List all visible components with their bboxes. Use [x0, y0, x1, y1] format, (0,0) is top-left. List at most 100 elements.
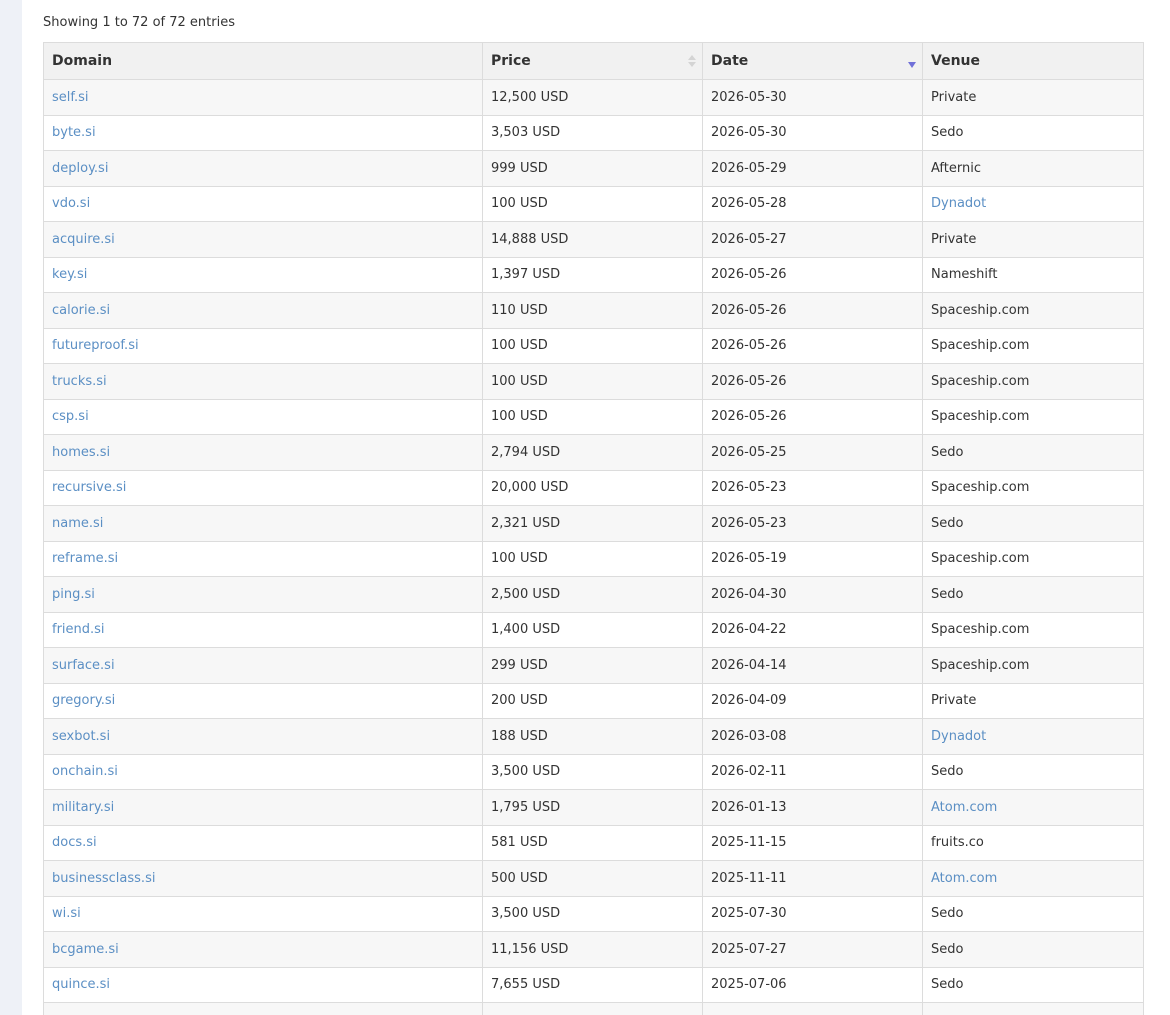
domain-link[interactable]: csp.si	[52, 409, 89, 424]
domain-link[interactable]: sexbot.si	[52, 729, 110, 744]
cell-domain: quince.si	[43, 966, 483, 1003]
cell-date: 2026-05-26	[702, 256, 923, 293]
cell-domain: recursive.si	[43, 469, 483, 506]
domain-link[interactable]: quince.si	[52, 977, 110, 992]
cell-price: 100 USD	[482, 327, 703, 364]
cell-date: 2026-05-29	[702, 150, 923, 187]
cell-venue: Sedo	[922, 114, 1144, 151]
cell-price: 3,500 USD	[482, 895, 703, 932]
cell-date: 2026-04-22	[702, 611, 923, 648]
domain-link[interactable]: trucks.si	[52, 374, 107, 389]
cell-domain: reframe.si	[43, 540, 483, 577]
cell-date: 2026-05-26	[702, 327, 923, 364]
cell-domain: trucks.si	[43, 363, 483, 400]
cell-price: 2,500 USD	[482, 576, 703, 613]
table-row: gregory.si 200 USD 2026-04-09 Private	[43, 682, 1144, 719]
cell-price: 100 USD	[482, 363, 703, 400]
cell-date: 2026-05-23	[702, 469, 923, 506]
cell-venue: Nameshift	[922, 256, 1144, 293]
cell-date: 2026-05-25	[702, 434, 923, 471]
venue-link[interactable]: Atom.com	[931, 800, 997, 815]
cell-venue: Sedo	[922, 505, 1144, 542]
column-header-price[interactable]: Price	[482, 42, 703, 80]
cell-domain: sexbot.si	[43, 718, 483, 755]
cell-venue: Spaceship.com	[922, 292, 1144, 329]
cell-date: 2025-07-27	[702, 931, 923, 968]
table-row: recursive.si 20,000 USD 2026-05-23 Spaceshi…	[43, 469, 1144, 506]
domain-link[interactable]: businessclass.si	[52, 871, 155, 886]
domain-link[interactable]: ping.si	[52, 587, 95, 602]
sales-table: Domain Price Date Venue self.si 12,500 US…	[43, 42, 1144, 1015]
domain-link[interactable]: recursive.si	[52, 480, 126, 495]
column-header-date[interactable]: Date	[702, 42, 923, 80]
cell-venue: Private	[922, 221, 1144, 258]
cell-date: 2026-01-13	[702, 789, 923, 826]
cell-date	[702, 1002, 923, 1015]
cell-venue: Spaceship.com	[922, 327, 1144, 364]
table-row: homes.si 2,794 USD 2026-05-25 Sedo	[43, 434, 1144, 471]
domain-link[interactable]: vdo.si	[52, 196, 90, 211]
cell-domain: docs.si	[43, 824, 483, 861]
domain-link[interactable]: reframe.si	[52, 551, 118, 566]
table-row: byte.si 3,503 USD 2026-05-30 Sedo	[43, 114, 1144, 151]
venue-link[interactable]: Dynadot	[931, 729, 986, 744]
cell-price: 500 USD	[482, 860, 703, 897]
column-header-domain[interactable]: Domain	[43, 42, 483, 80]
venue-link[interactable]: Atom.com	[931, 871, 997, 886]
cell-price: 110 USD	[482, 292, 703, 329]
cell-venue: Sedo	[922, 895, 1144, 932]
domain-link[interactable]: surface.si	[52, 658, 115, 673]
table-row: onchain.si 3,500 USD 2026-02-11 Sedo	[43, 753, 1144, 790]
cell-domain: acquire.si	[43, 221, 483, 258]
cell-price: 12,500 USD	[482, 79, 703, 116]
table-body: self.si 12,500 USD 2026-05-30 Private byte.s…	[43, 79, 1144, 1015]
cell-domain: gregory.si	[43, 682, 483, 719]
cell-date: 2026-05-26	[702, 363, 923, 400]
domain-link[interactable]: friend.si	[52, 622, 105, 637]
table-row: wi.si 3,500 USD 2025-07-30 Sedo	[43, 895, 1144, 932]
domain-link[interactable]: wi.si	[52, 906, 81, 921]
venue-link[interactable]: Dynadot	[931, 196, 986, 211]
cell-price: 20,000 USD	[482, 469, 703, 506]
domain-link[interactable]: bcgame.si	[52, 942, 119, 957]
cell-price: 2,321 USD	[482, 505, 703, 542]
cell-price: 3,500 USD	[482, 753, 703, 790]
column-header-venue[interactable]: Venue	[922, 42, 1144, 80]
domain-link[interactable]: homes.si	[52, 445, 110, 460]
domain-link[interactable]: futureproof.si	[52, 338, 139, 353]
table-row: quince.si 7,655 USD 2025-07-06 Sedo	[43, 966, 1144, 1003]
column-header-label: Domain	[52, 53, 113, 69]
cell-price: 1,400 USD	[482, 611, 703, 648]
cell-venue: Private	[922, 682, 1144, 719]
domain-link[interactable]: key.si	[52, 267, 87, 282]
cell-domain: bcgame.si	[43, 931, 483, 968]
domain-link[interactable]: name.si	[52, 516, 103, 531]
cell-domain: calorie.si	[43, 292, 483, 329]
cell-date: 2026-04-14	[702, 647, 923, 684]
table-info: Showing 1 to 72 of 72 entries	[43, 15, 235, 30]
cell-price: 100 USD	[482, 185, 703, 222]
cell-price: 299 USD	[482, 647, 703, 684]
cell-date: 2026-05-30	[702, 114, 923, 151]
domain-link[interactable]: military.si	[52, 800, 114, 815]
table-row	[43, 1002, 1144, 1015]
table-row: surface.si 299 USD 2026-04-14 Spaceship.com	[43, 647, 1144, 684]
domain-link[interactable]: docs.si	[52, 835, 97, 850]
domain-link[interactable]: deploy.si	[52, 161, 108, 176]
cell-domain: byte.si	[43, 114, 483, 151]
cell-domain: ping.si	[43, 576, 483, 613]
domain-link[interactable]: self.si	[52, 90, 89, 105]
cell-venue: Sedo	[922, 966, 1144, 1003]
domain-link[interactable]: gregory.si	[52, 693, 115, 708]
domain-link[interactable]: calorie.si	[52, 303, 110, 318]
table-row: sexbot.si 188 USD 2026-03-08 Dynadot	[43, 718, 1144, 755]
domain-link[interactable]: byte.si	[52, 125, 96, 140]
domain-link[interactable]: onchain.si	[52, 764, 118, 779]
table-row: calorie.si 110 USD 2026-05-26 Spaceship.com	[43, 292, 1144, 329]
domain-link[interactable]: acquire.si	[52, 232, 115, 247]
cell-domain: vdo.si	[43, 185, 483, 222]
table-row: military.si 1,795 USD 2026-01-13 Atom.com	[43, 789, 1144, 826]
cell-venue: Sedo	[922, 434, 1144, 471]
cell-date: 2026-05-27	[702, 221, 923, 258]
column-header-label: Venue	[931, 53, 980, 69]
